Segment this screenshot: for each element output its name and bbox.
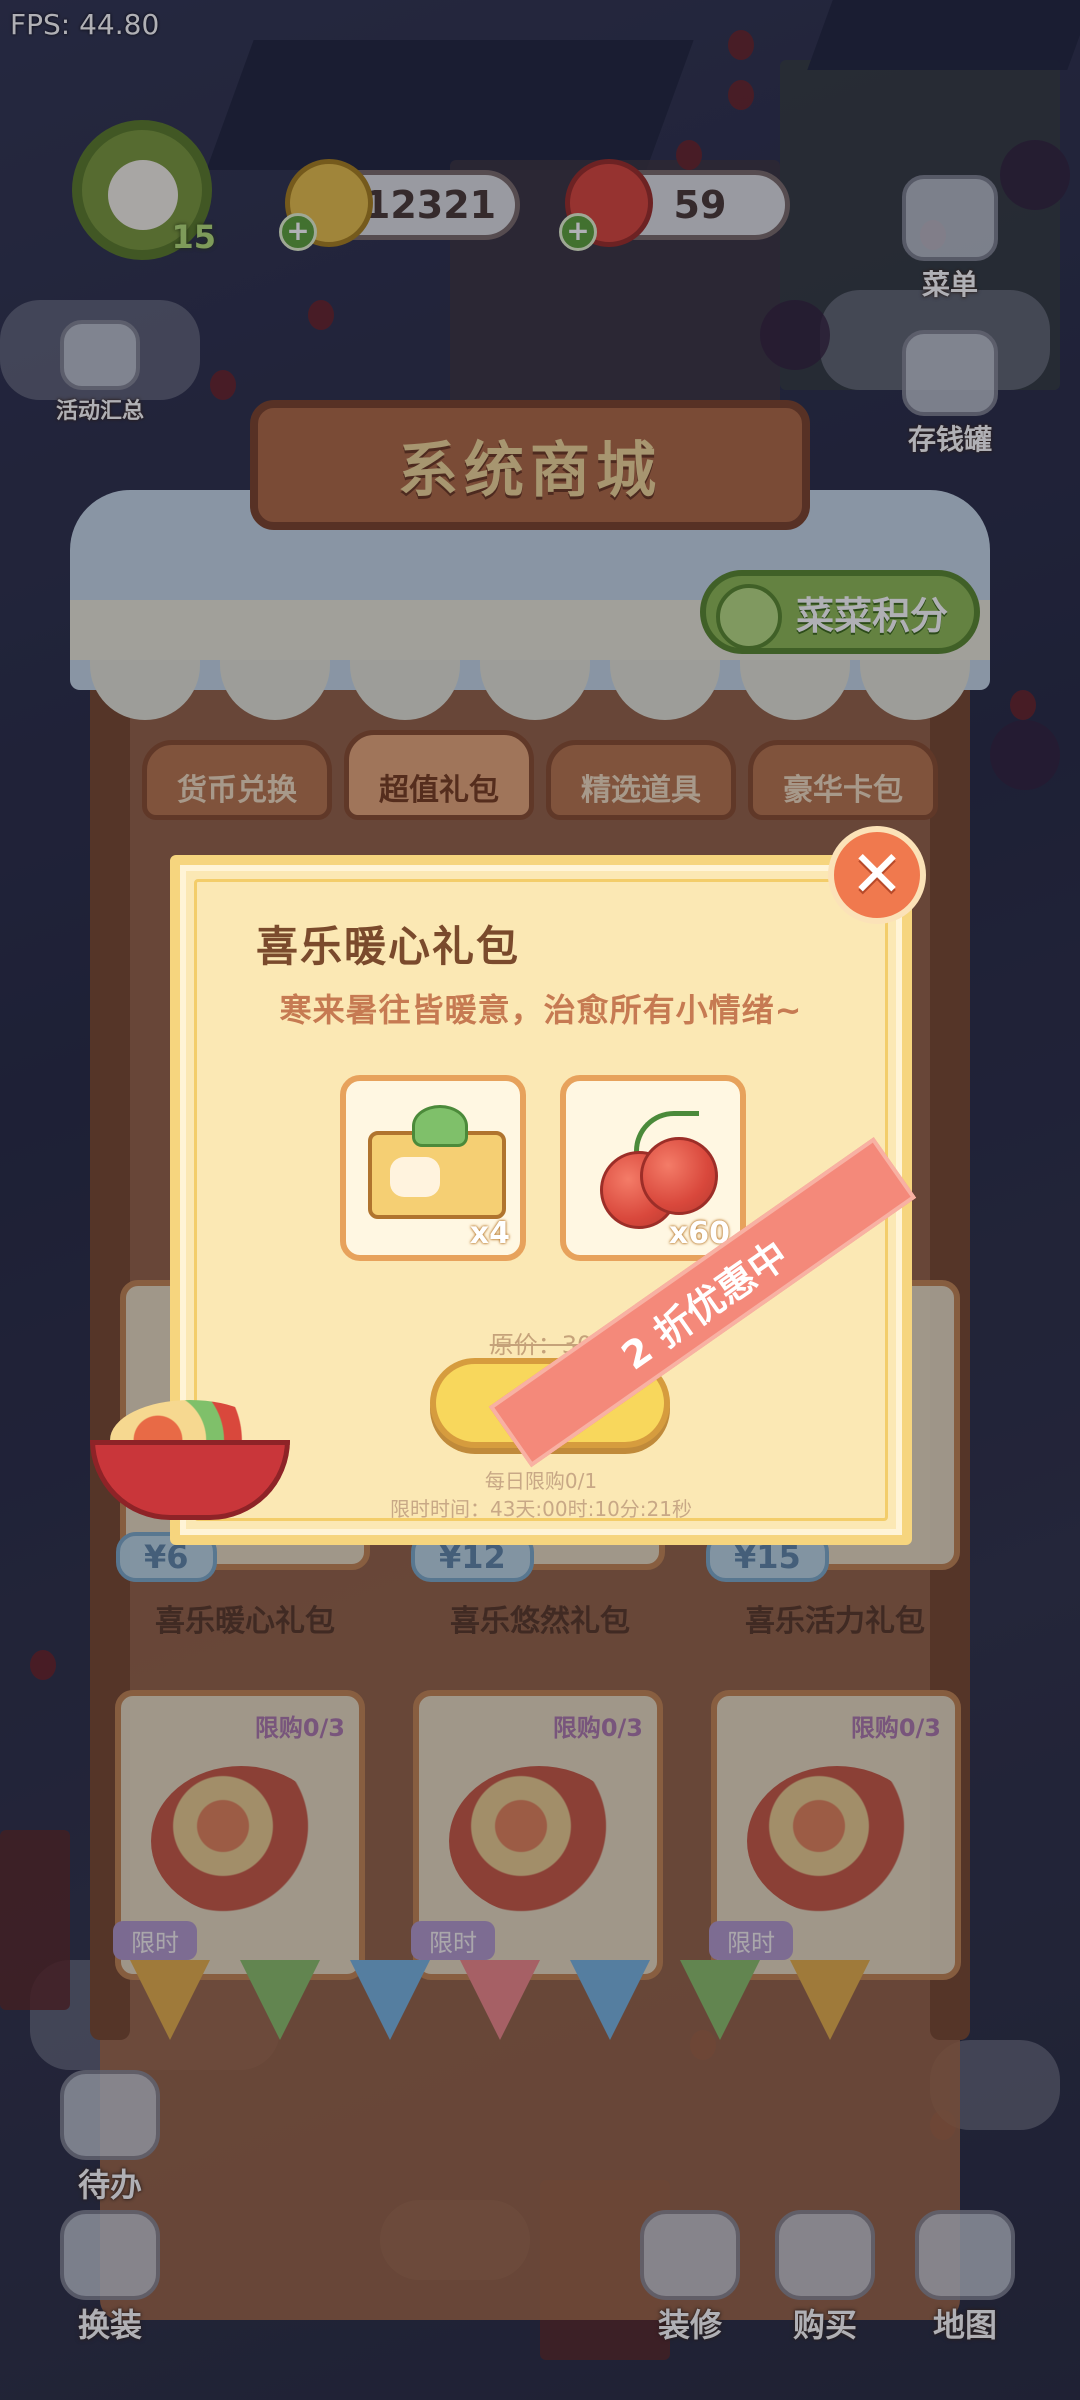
original-price: 原价：30	[489, 1331, 593, 1359]
reward-item[interactable]: x4	[340, 1075, 526, 1261]
close-button[interactable]: ✕	[828, 826, 926, 924]
ticket-icon	[368, 1105, 506, 1219]
popup-subtitle: 寒来暑往皆暖意，治愈所有小情绪~	[279, 991, 803, 1029]
close-icon: ✕	[850, 838, 904, 912]
popup-title: 喜乐暖心礼包	[256, 922, 521, 971]
reward-item[interactable]: x60	[560, 1075, 746, 1261]
gift-basket-icon	[90, 1380, 290, 1520]
reward-count: x4	[469, 1216, 510, 1251]
